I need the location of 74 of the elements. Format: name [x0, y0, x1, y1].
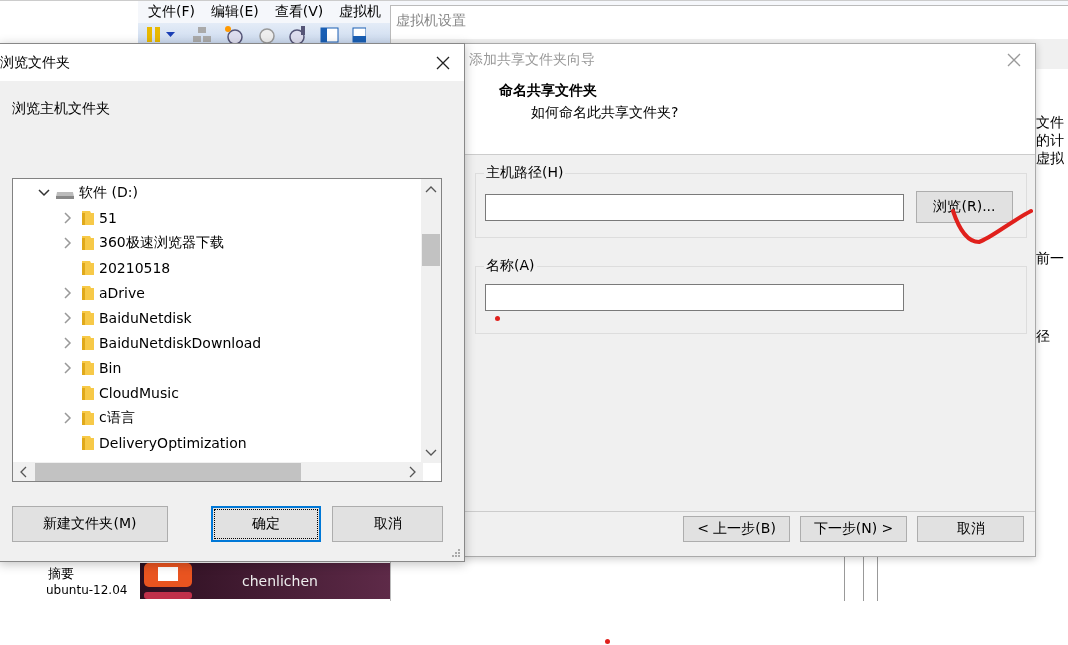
expand-icon[interactable]	[61, 361, 73, 374]
wizard-button[interactable]: < 上一步(B)	[683, 516, 790, 542]
side-text: 径	[1036, 328, 1050, 346]
folder-icon	[81, 309, 95, 326]
folder-icon	[81, 209, 95, 226]
folder-icon	[81, 384, 95, 401]
expand-icon[interactable]	[61, 336, 73, 349]
network-icon[interactable]	[192, 24, 212, 45]
tree-item[interactable]: BaiduNetdisk	[13, 305, 423, 330]
folder-icon	[81, 234, 95, 251]
tree-item[interactable]: CloudMusic	[13, 380, 423, 405]
user-name: chenlichen	[242, 573, 318, 589]
dialog-prompt: 浏览主机文件夹	[12, 100, 111, 118]
side-text: 的计	[1036, 132, 1064, 150]
snapshot-icon[interactable]	[224, 24, 244, 45]
dialog-button[interactable]: 确定	[211, 506, 321, 542]
wizard-button[interactable]: 下一步(N) >	[800, 516, 907, 542]
tree-item[interactable]: 20210518	[13, 255, 423, 280]
collapse-icon[interactable]	[38, 186, 50, 199]
group-label: 名称(A)	[484, 257, 537, 275]
dialog-button[interactable]: 取消	[332, 506, 443, 542]
window-title: 虚拟机设置	[396, 12, 466, 30]
group-label: 主机路径(H)	[484, 164, 566, 182]
dialog-button[interactable]: 新建文件夹(M)	[12, 506, 168, 542]
folder-icon	[81, 409, 95, 426]
expand-icon[interactable]	[61, 411, 73, 424]
expand-icon[interactable]	[61, 311, 73, 324]
folder-icon	[81, 284, 95, 301]
scroll-right-icon[interactable]	[409, 465, 417, 478]
wizard-button[interactable]: 取消	[917, 516, 1024, 542]
folder-icon	[81, 334, 95, 351]
expand-icon[interactable]	[61, 211, 73, 224]
menu-item[interactable]: 查看(V)	[274, 3, 324, 21]
host-path-field[interactable]	[485, 193, 904, 221]
scroll-left-icon[interactable]	[19, 465, 27, 478]
folder-icon	[81, 434, 95, 451]
expand-icon[interactable]	[61, 236, 73, 249]
vertical-scrollbar[interactable]	[421, 179, 441, 463]
scroll-down-icon[interactable]	[425, 449, 437, 457]
wizard-heading: 命名共享文件夹	[499, 82, 598, 100]
expand-icon[interactable]	[61, 286, 73, 299]
close-icon[interactable]	[436, 55, 450, 70]
folder-icon	[81, 359, 95, 376]
resize-grip-icon[interactable]	[451, 548, 461, 558]
name-field[interactable]	[485, 284, 904, 311]
dialog-title: 添加共享文件夹向导	[469, 51, 595, 69]
horizontal-scrollbar[interactable]	[13, 462, 423, 481]
side-text: 虚拟	[1036, 150, 1064, 168]
menu-item[interactable]: 编辑(E)	[211, 3, 259, 21]
tree-item[interactable]: DeliveryOptimization	[13, 430, 423, 455]
wizard-subheading: 如何命名此共享文件夹?	[531, 104, 680, 122]
tree-item[interactable]: c语言	[13, 405, 423, 430]
tree-item[interactable]: 360极速浏览器下载	[13, 230, 423, 255]
side-text: 前一	[1036, 250, 1064, 268]
tree-item[interactable]: aDrive	[13, 280, 423, 305]
scroll-up-icon[interactable]	[425, 185, 437, 193]
menu-item[interactable]: 文件(F)	[148, 3, 195, 21]
browse-button[interactable]: 浏览(R)...	[916, 191, 1013, 223]
dialog-title: 浏览文件夹	[0, 53, 70, 72]
side-text: 文件	[1036, 114, 1064, 132]
scroll-thumb[interactable]	[422, 234, 440, 266]
tree-item[interactable]: 软件 (D:)	[13, 180, 423, 205]
console-icon[interactable]	[352, 24, 366, 45]
tree-item[interactable]: BaiduNetdiskDownload	[13, 330, 423, 355]
annotation-dot	[495, 316, 500, 321]
annotation-dot	[605, 639, 610, 644]
vm-name: ubuntu-12.04	[46, 583, 128, 597]
menu-item[interactable]: 虚拟机	[339, 3, 382, 21]
summary-label[interactable]: 摘要	[48, 565, 74, 583]
scroll-thumb[interactable]	[35, 462, 301, 481]
tree-item[interactable]: 51	[13, 205, 423, 230]
folder-icon	[81, 259, 95, 276]
sidebar-icon[interactable]	[320, 24, 340, 45]
tree-item[interactable]: Bin	[13, 355, 423, 380]
